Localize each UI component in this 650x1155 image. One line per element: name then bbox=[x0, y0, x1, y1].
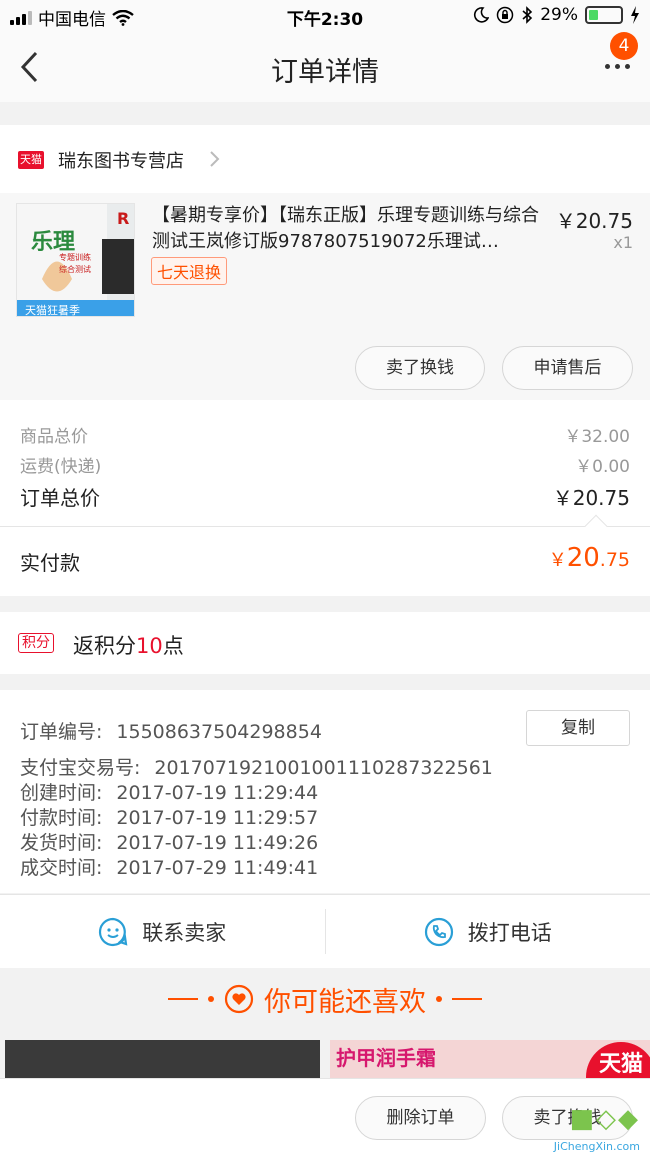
points-text: 返积分10点 bbox=[73, 630, 184, 660]
chevron-right-icon bbox=[210, 151, 220, 167]
divider-dot bbox=[208, 996, 214, 1002]
sell-for-cash-button[interactable]: 卖了换钱 bbox=[355, 346, 485, 390]
order-number-row: 订单编号: 15508637504298854 bbox=[20, 717, 322, 744]
page-title: 订单详情 bbox=[271, 57, 379, 88]
paid-time-label: 付款时间: bbox=[20, 807, 103, 829]
recommend-title: 你可能还喜欢 bbox=[264, 986, 426, 1018]
points-prefix: 返积分 bbox=[73, 634, 136, 658]
order-info: 订单编号: 15508637504298854 复制 支付宝交易号: 2017071… bbox=[0, 690, 650, 893]
bluetooth-icon bbox=[522, 6, 533, 24]
product-quantity: x1 bbox=[613, 233, 633, 252]
product-price: ￥20.75 bbox=[555, 209, 633, 233]
book-cover-illustration: R 乐理 专题训练 综合测试 天猫狂暑季 bbox=[17, 204, 134, 317]
paid-label: 实付款 bbox=[20, 551, 80, 575]
shipping-value: ￥0.00 bbox=[575, 457, 630, 477]
divider bbox=[452, 998, 482, 1000]
watermark-logo: ■◇◆ JiChengXin.com bbox=[526, 1100, 644, 1155]
chat-face-icon bbox=[99, 917, 128, 946]
delete-order-button[interactable]: 删除订单 bbox=[355, 1096, 486, 1140]
alipay-row: 支付宝交易号: 2017071921001001110287322561 bbox=[20, 753, 493, 780]
notification-badge: 4 bbox=[610, 32, 638, 60]
svg-text:天猫狂暑季: 天猫狂暑季 bbox=[25, 304, 80, 317]
points-tag: 积分 bbox=[18, 633, 54, 653]
paid-integer: 20 bbox=[566, 543, 600, 573]
copy-button[interactable]: 复制 bbox=[526, 710, 630, 746]
lock-rotation-icon bbox=[496, 6, 514, 24]
divider-dot bbox=[436, 996, 442, 1002]
return-policy-tag: 七天退换 bbox=[151, 257, 228, 285]
svg-text:综合测试: 综合测试 bbox=[59, 264, 91, 274]
alipay-label: 支付宝交易号: bbox=[20, 757, 141, 779]
recommend-item-image[interactable]: 护甲润手霜 天猫 bbox=[330, 1040, 650, 1080]
call-button[interactable]: 拨打电话 bbox=[326, 895, 650, 968]
status-bar: 中国电信 下午2:30 29% bbox=[0, 0, 650, 32]
divider bbox=[168, 998, 198, 1000]
order-total-row: 订单总价 ￥20.75 bbox=[20, 482, 630, 511]
order-total-label: 订单总价 bbox=[20, 486, 100, 510]
shipped-time-value: 2017-07-19 11:49:26 bbox=[116, 832, 319, 854]
completed-time-row: 成交时间: 2017-07-29 11:49:41 bbox=[20, 853, 318, 880]
created-time-row: 创建时间: 2017-07-19 11:29:44 bbox=[20, 778, 318, 805]
call-label: 拨打电话 bbox=[467, 920, 552, 945]
product-image[interactable]: R 乐理 专题训练 综合测试 天猫狂暑季 bbox=[16, 203, 135, 317]
battery-icon bbox=[585, 6, 623, 24]
svg-text:R: R bbox=[117, 209, 129, 228]
price-summary: 商品总价 ￥32.00 运费(快递) ￥0.00 订单总价 ￥20.75 bbox=[0, 400, 650, 526]
contact-seller-label: 联系卖家 bbox=[142, 920, 227, 945]
created-time-value: 2017-07-19 11:29:44 bbox=[116, 782, 319, 804]
nav-bar: 订单详情 4 bbox=[0, 32, 650, 102]
product-item[interactable]: R 乐理 专题训练 综合测试 天猫狂暑季 【暑期专享价】【瑞东正版】乐理专题训练… bbox=[0, 193, 650, 400]
charging-icon bbox=[631, 6, 639, 24]
contact-bar: 联系卖家 拨打电话 bbox=[0, 894, 650, 968]
paid-amount: ￥20.75 bbox=[549, 543, 630, 573]
created-time-label: 创建时间: bbox=[20, 782, 103, 804]
shipping-label: 运费(快递) bbox=[20, 457, 102, 477]
status-right: 29% bbox=[473, 5, 640, 25]
watermark-glyphs: ■◇◆ bbox=[569, 1104, 640, 1134]
order-number-label: 订单编号: bbox=[20, 721, 103, 743]
svg-text:乐理: 乐理 bbox=[31, 230, 75, 255]
recommend-heading: 你可能还喜欢 bbox=[0, 975, 650, 1023]
completed-time-value: 2017-07-29 11:49:41 bbox=[116, 857, 319, 879]
paid-time-value: 2017-07-19 11:29:57 bbox=[116, 807, 319, 829]
goods-total-row: 商品总价 ￥32.00 bbox=[20, 422, 630, 447]
svg-text:专题训练: 专题训练 bbox=[59, 252, 91, 262]
paid-decimal: .75 bbox=[599, 549, 630, 571]
product-title[interactable]: 【暑期专享价】【瑞东正版】乐理专题训练与综合测试王岚修订版97878075190… bbox=[152, 203, 547, 255]
more-dots-icon[interactable] bbox=[605, 64, 630, 69]
recommend-item-badge: 天猫 bbox=[586, 1042, 650, 1080]
phone-icon bbox=[424, 917, 453, 946]
paid-time-row: 付款时间: 2017-07-19 11:29:57 bbox=[20, 803, 318, 830]
goods-total-value: ￥32.00 bbox=[564, 427, 630, 447]
order-number-value: 15508637504298854 bbox=[116, 721, 322, 743]
heart-icon bbox=[224, 984, 254, 1014]
points-number: 10 bbox=[136, 634, 163, 658]
moon-icon bbox=[474, 7, 490, 23]
points-suffix: 点 bbox=[162, 634, 184, 658]
tmall-logo: 天猫 bbox=[18, 151, 44, 169]
shipped-time-label: 发货时间: bbox=[20, 832, 103, 854]
alipay-value: 2017071921001001110287322561 bbox=[154, 757, 493, 779]
shipping-row: 运费(快递) ￥0.00 bbox=[20, 452, 630, 477]
battery-percent: 29% bbox=[540, 5, 578, 25]
points-row: 积分 返积分10点 bbox=[0, 612, 650, 674]
shipped-time-row: 发货时间: 2017-07-19 11:49:26 bbox=[20, 828, 318, 855]
contact-seller-button[interactable]: 联系卖家 bbox=[0, 895, 325, 968]
watermark-text: JiChengXin.com bbox=[553, 1140, 640, 1153]
paid-currency: ￥ bbox=[548, 550, 567, 571]
shop-name[interactable]: 瑞东图书专营店 bbox=[58, 147, 184, 173]
battery-fill bbox=[589, 10, 598, 20]
recommend-item-image[interactable] bbox=[5, 1040, 320, 1080]
goods-total-label: 商品总价 bbox=[20, 427, 88, 447]
completed-time-label: 成交时间: bbox=[20, 857, 103, 879]
paid-amount-row: 实付款 ￥20.75 bbox=[0, 514, 650, 596]
recommend-item-label: 护甲润手霜 bbox=[336, 1046, 436, 1070]
after-sales-button[interactable]: 申请售后 bbox=[502, 346, 633, 390]
order-total-value: ￥20.75 bbox=[552, 486, 630, 510]
shop-header[interactable]: 天猫 瑞东图书专营店 bbox=[0, 125, 650, 193]
